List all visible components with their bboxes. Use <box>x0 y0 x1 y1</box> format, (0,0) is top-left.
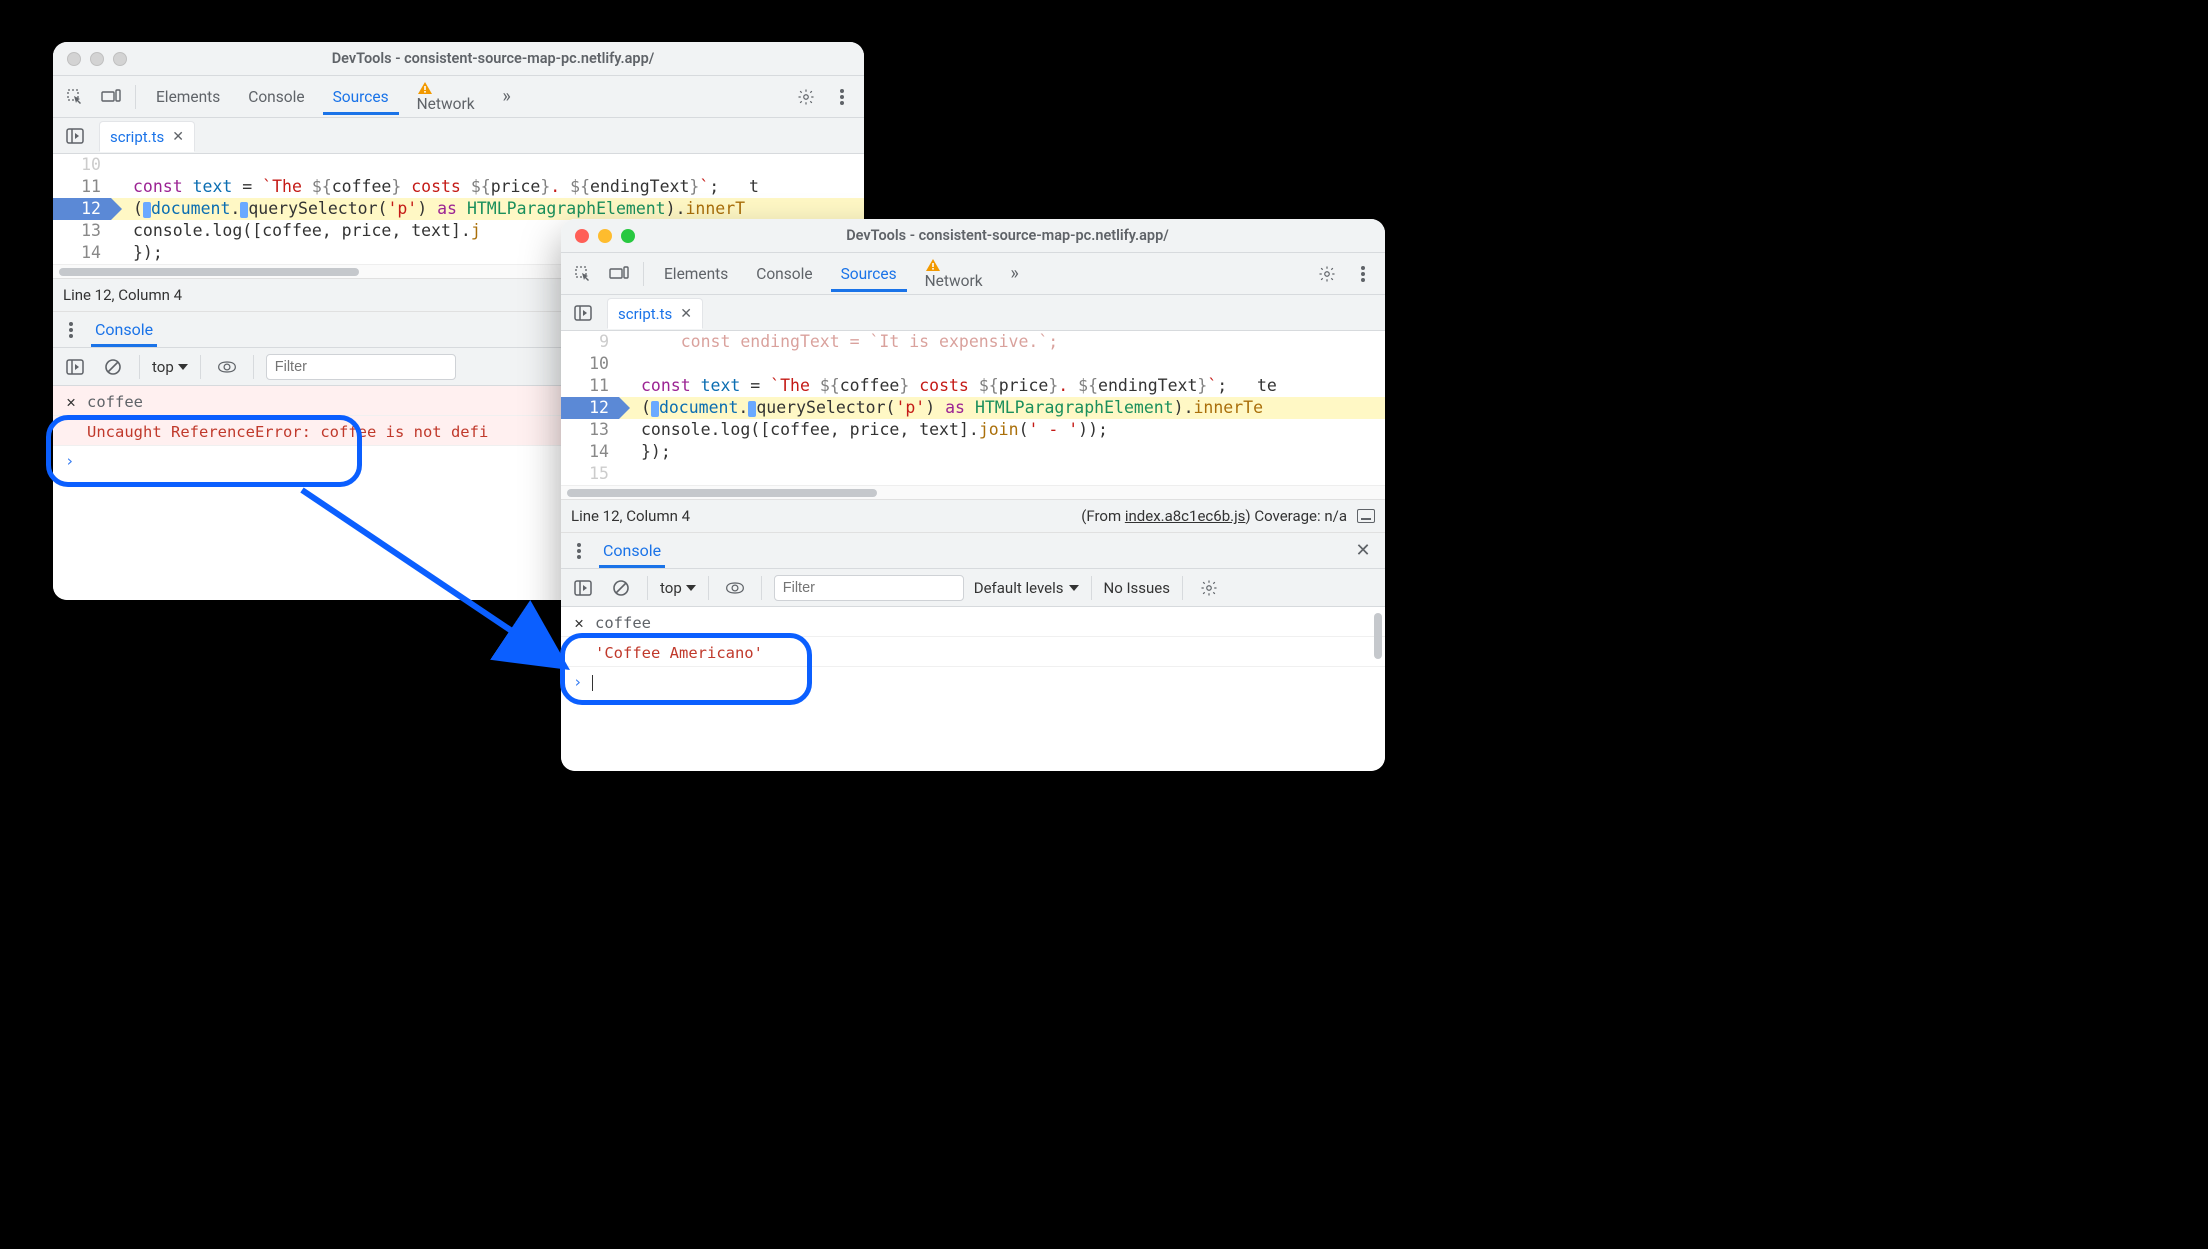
main-toolbar: Elements Console Sources Network » <box>53 76 864 118</box>
live-expression-icon[interactable] <box>721 574 749 602</box>
drawer-header: Console ✕ <box>561 533 1385 569</box>
device-icon[interactable] <box>605 260 633 288</box>
console-input-echo: coffee <box>595 612 651 634</box>
code-editor[interactable]: 9 const endingText = `It is expensive.`;… <box>561 331 1385 499</box>
issues[interactable]: No Issues <box>1104 579 1171 597</box>
zoom-dot[interactable] <box>621 229 635 243</box>
more-tabs-icon[interactable]: » <box>493 83 521 111</box>
file-tab-script[interactable]: script.ts ✕ <box>607 298 703 329</box>
file-tabs: script.ts ✕ <box>561 295 1385 331</box>
navigator-toggle-icon[interactable] <box>61 122 89 150</box>
console-prompt[interactable]: › <box>561 667 1385 697</box>
source-link[interactable]: index.a8c1ec6b.js <box>1125 507 1246 525</box>
tab-console[interactable]: Console <box>746 255 822 292</box>
warning-icon <box>417 81 475 95</box>
tab-console[interactable]: Console <box>238 78 314 115</box>
file-tabs: script.ts ✕ <box>53 118 864 154</box>
file-tab-script[interactable]: script.ts ✕ <box>99 121 195 152</box>
coverage-indicator-icon[interactable] <box>1357 509 1375 523</box>
close-icon[interactable]: ✕ <box>571 612 587 634</box>
console-input-echo: coffee <box>87 391 143 413</box>
filter-input[interactable] <box>774 575 964 601</box>
zoom-dot[interactable] <box>113 52 127 66</box>
drawer-tab-console[interactable]: Console <box>599 534 665 568</box>
context-selector[interactable]: top <box>152 358 188 376</box>
inspect-icon[interactable] <box>569 260 597 288</box>
close-dot[interactable] <box>67 52 81 66</box>
console-sidebar-toggle-icon[interactable] <box>61 353 89 381</box>
main-toolbar: Elements Console Sources Network » <box>561 253 1385 295</box>
console-sidebar-toggle-icon[interactable] <box>569 574 597 602</box>
window-title: DevTools - consistent-source-map-pc.netl… <box>644 227 1371 244</box>
close-icon[interactable]: ✕ <box>1349 537 1377 565</box>
horizontal-scrollbar[interactable] <box>561 485 1385 499</box>
clear-console-icon[interactable] <box>99 353 127 381</box>
window-title: DevTools - consistent-source-map-pc.netl… <box>136 50 850 67</box>
minimize-dot[interactable] <box>598 229 612 243</box>
settings-icon[interactable] <box>792 83 820 111</box>
tab-elements[interactable]: Elements <box>654 255 738 292</box>
drawer-kebab-icon[interactable] <box>61 316 81 344</box>
traffic-lights <box>575 229 635 243</box>
tab-network[interactable]: Network <box>915 248 993 299</box>
console-settings-icon[interactable] <box>1195 574 1223 602</box>
drawer-kebab-icon[interactable] <box>569 537 589 565</box>
console-result: 'Coffee Americano' <box>595 642 763 664</box>
context-selector[interactable]: top <box>660 579 696 597</box>
clear-console-icon[interactable] <box>607 574 635 602</box>
device-icon[interactable] <box>97 83 125 111</box>
inspect-icon[interactable] <box>61 83 89 111</box>
minimize-dot[interactable] <box>90 52 104 66</box>
traffic-lights <box>67 52 127 66</box>
more-tabs-icon[interactable]: » <box>1001 260 1029 288</box>
console-output[interactable]: ✕ coffee 'Coffee Americano' › <box>561 607 1385 771</box>
cursor-position: Line 12, Column 4 <box>571 507 690 525</box>
kebab-icon[interactable] <box>1349 260 1377 288</box>
kebab-icon[interactable] <box>828 83 856 111</box>
tab-elements[interactable]: Elements <box>146 78 230 115</box>
log-levels[interactable]: Default levels <box>974 579 1079 597</box>
close-dot[interactable] <box>575 229 589 243</box>
live-expression-icon[interactable] <box>213 353 241 381</box>
tab-network[interactable]: Network <box>407 71 485 122</box>
vertical-scrollbar[interactable] <box>1374 613 1382 659</box>
navigator-toggle-icon[interactable] <box>569 299 597 327</box>
console-toolbar: top Default levels No Issues <box>561 569 1385 607</box>
filter-input[interactable] <box>266 354 456 380</box>
close-icon[interactable]: ✕ <box>172 129 184 145</box>
file-name: script.ts <box>618 305 672 323</box>
close-icon[interactable]: ✕ <box>680 306 692 322</box>
status-bar: Line 12, Column 4 (From index.a8c1ec6b.j… <box>561 499 1385 533</box>
close-icon[interactable]: ✕ <box>63 391 79 413</box>
cursor-position: Line 12, Column 4 <box>63 286 182 304</box>
tab-sources[interactable]: Sources <box>323 78 399 115</box>
file-name: script.ts <box>110 128 164 146</box>
drawer-tab-console[interactable]: Console <box>91 313 157 347</box>
warning-icon <box>925 258 983 272</box>
settings-icon[interactable] <box>1313 260 1341 288</box>
tab-sources[interactable]: Sources <box>831 255 907 292</box>
error-message: Uncaught ReferenceError: coffee is not d… <box>87 421 488 443</box>
